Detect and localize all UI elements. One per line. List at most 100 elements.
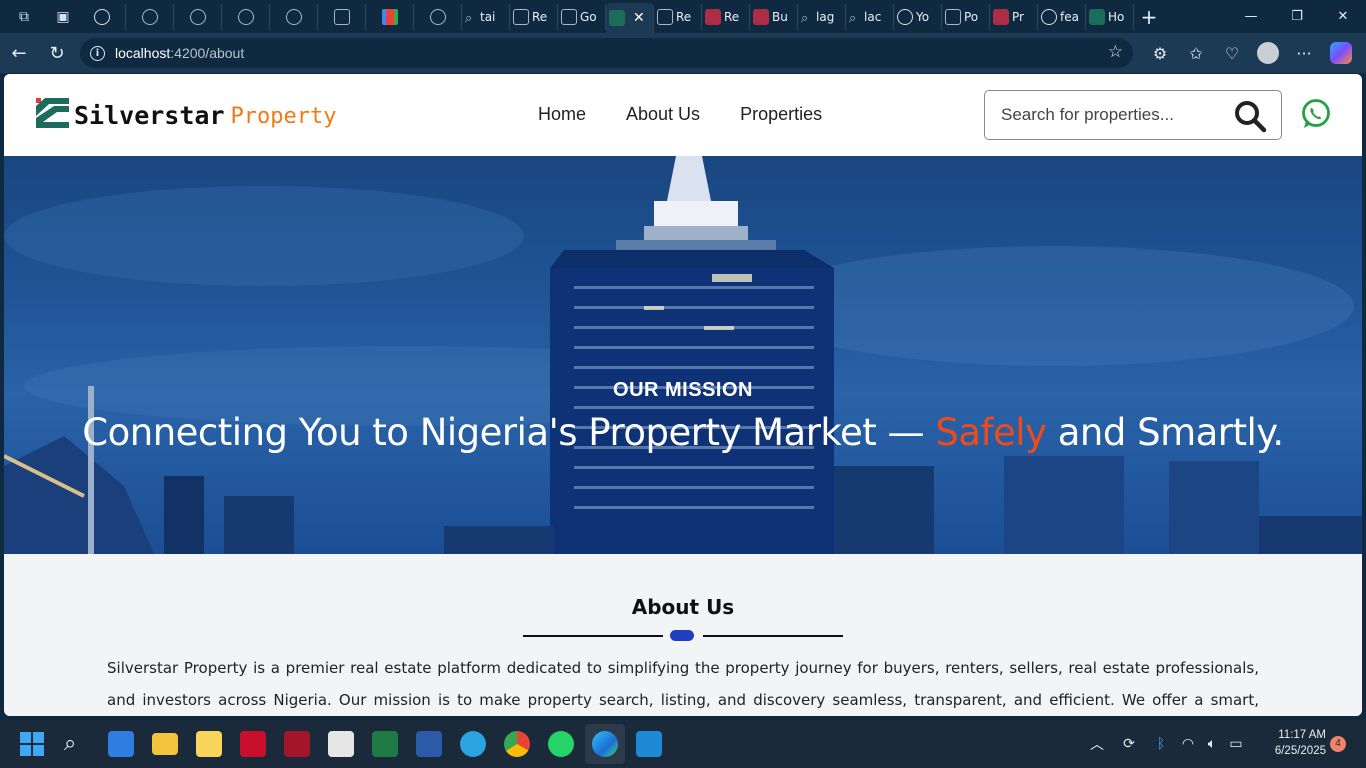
browser-tab[interactable] bbox=[270, 3, 318, 30]
acrobat-icon[interactable] bbox=[328, 731, 354, 757]
nav-about-us[interactable]: About Us bbox=[626, 104, 700, 125]
site-info-icon[interactable]: i bbox=[90, 45, 105, 61]
tab-label: Re bbox=[724, 9, 740, 24]
notes-icon[interactable] bbox=[196, 731, 222, 757]
browser-essentials-icon[interactable]: ♡ bbox=[1214, 44, 1250, 63]
favorite-star-icon[interactable]: ☆ bbox=[1108, 42, 1123, 62]
tab-list: tai Re Go ✕ Re Re Bu lag lac Yo Po Pr fea Ho bbox=[78, 0, 1134, 33]
start-button[interactable] bbox=[20, 732, 44, 756]
logo-subtitle: Property bbox=[230, 104, 337, 129]
browser-tab[interactable]: Re bbox=[702, 3, 750, 30]
new-tab-button[interactable]: + bbox=[1134, 5, 1164, 29]
tab-actions-icon[interactable]: ▣ bbox=[48, 0, 78, 33]
whatsapp-taskbar-icon[interactable] bbox=[548, 731, 574, 757]
show-hidden-icons[interactable]: ︿ bbox=[1090, 734, 1112, 754]
url-host: localhost bbox=[115, 45, 171, 61]
hero-title-start: Connecting You to Nigeria's Property Mar… bbox=[82, 411, 936, 454]
browser-tab[interactable]: Go bbox=[558, 3, 606, 30]
nav-properties[interactable]: Properties bbox=[740, 104, 822, 125]
browser-tab[interactable]: Yo bbox=[894, 3, 942, 30]
site-logo[interactable]: Silverstar Property bbox=[35, 96, 336, 130]
excel-icon[interactable] bbox=[372, 731, 398, 757]
refresh-button[interactable]: ↻ bbox=[38, 33, 76, 73]
browser-tab[interactable]: Bu bbox=[750, 3, 798, 30]
browser-tab[interactable]: Re bbox=[510, 3, 558, 30]
file-explorer-icon[interactable] bbox=[152, 733, 178, 755]
telegram-icon[interactable] bbox=[460, 731, 486, 757]
profile-avatar[interactable] bbox=[1257, 42, 1279, 64]
nav-home[interactable]: Home bbox=[538, 104, 586, 125]
favorites-icon[interactable]: ✩ bbox=[1178, 44, 1214, 63]
browser-tab-strip: ⧉ ▣ tai Re Go ✕ Re Re Bu lag lac Yo Po Pr fea Ho + — … bbox=[0, 0, 1366, 33]
word-icon[interactable] bbox=[416, 731, 442, 757]
browser-tab[interactable]: Re bbox=[654, 3, 702, 30]
search-input[interactable] bbox=[1001, 105, 1221, 125]
tab-label: Re bbox=[676, 9, 692, 24]
hero-title: Connecting You to Nigeria's Property Mar… bbox=[4, 411, 1362, 454]
hero-banner: OUR MISSION Connecting You to Nigeria's … bbox=[4, 156, 1362, 554]
bluetooth-icon[interactable]: ᛒ bbox=[1146, 736, 1176, 752]
browser-tab[interactable]: tai bbox=[462, 3, 510, 30]
browser-tab[interactable] bbox=[222, 3, 270, 30]
extensions-icon[interactable]: ⚙ bbox=[1142, 44, 1178, 63]
browser-tab[interactable]: ✕ bbox=[606, 3, 654, 33]
more-menu-icon[interactable]: ··· bbox=[1286, 44, 1322, 63]
browser-tab[interactable] bbox=[366, 3, 414, 30]
volume-icon[interactable]: 🔈︎ bbox=[1200, 736, 1224, 752]
browser-tab[interactable] bbox=[174, 3, 222, 30]
workspaces-icon[interactable]: ⧉ bbox=[0, 0, 48, 33]
github-icon bbox=[897, 8, 913, 25]
site-header: Silverstar Property Home About Us Proper… bbox=[4, 74, 1362, 156]
gmail-icon bbox=[381, 8, 398, 25]
tab-label: Re bbox=[532, 9, 548, 24]
chrome-icon[interactable] bbox=[504, 731, 530, 757]
browser-tab[interactable]: Ho bbox=[1086, 3, 1134, 30]
app-icon bbox=[945, 8, 961, 25]
search-icon bbox=[849, 11, 861, 23]
close-tab-icon[interactable]: ✕ bbox=[633, 10, 645, 26]
browser-tab[interactable]: lac bbox=[846, 3, 894, 30]
address-bar[interactable]: i localhost:4200/about ☆ bbox=[80, 38, 1133, 68]
search-taskbar-icon[interactable]: ⌕ bbox=[64, 731, 76, 756]
store-icon[interactable] bbox=[108, 731, 134, 757]
browser-tab[interactable]: fea bbox=[1038, 3, 1086, 30]
minimize-button[interactable]: — bbox=[1228, 0, 1274, 33]
about-heading: About Us bbox=[631, 595, 735, 619]
city-skyline-image bbox=[4, 156, 1362, 554]
divider-line-right bbox=[703, 635, 843, 637]
search-icon[interactable] bbox=[1233, 99, 1267, 133]
silverstar-icon bbox=[609, 10, 625, 26]
wifi-icon[interactable]: ◠ bbox=[1176, 736, 1200, 752]
browser-tab[interactable] bbox=[318, 3, 366, 30]
browser-tab[interactable]: Pr bbox=[990, 3, 1038, 30]
restore-button[interactable]: ❐ bbox=[1274, 0, 1320, 33]
browser-tab[interactable] bbox=[414, 3, 462, 30]
browser-tab[interactable]: lag bbox=[798, 3, 846, 30]
edge-icon[interactable] bbox=[592, 731, 618, 757]
house-icon bbox=[705, 8, 721, 25]
url-text: localhost:4200/about bbox=[115, 45, 244, 61]
section-divider bbox=[523, 630, 843, 642]
divider-pill bbox=[670, 630, 694, 641]
browser-tab[interactable] bbox=[78, 3, 126, 30]
globe-icon bbox=[237, 8, 254, 25]
vscode-icon[interactable] bbox=[636, 731, 662, 757]
copilot-icon[interactable] bbox=[1330, 42, 1352, 64]
autocad-icon[interactable] bbox=[240, 731, 266, 757]
revit-icon[interactable] bbox=[284, 731, 310, 757]
tab-label: lac bbox=[864, 9, 882, 24]
battery-icon[interactable]: ▭ bbox=[1224, 736, 1248, 752]
main-nav: Home About Us Properties bbox=[538, 104, 822, 125]
clock[interactable]: 11:17 AM 6/25/2025 bbox=[1262, 727, 1326, 759]
globe-icon bbox=[285, 8, 302, 25]
whatsapp-icon[interactable] bbox=[1300, 98, 1332, 130]
close-window-button[interactable]: ✕ bbox=[1320, 0, 1366, 33]
house-icon bbox=[753, 8, 769, 25]
browser-tab[interactable] bbox=[126, 3, 174, 30]
app-icon bbox=[657, 8, 673, 25]
sync-icon[interactable]: ⟳ bbox=[1112, 736, 1146, 752]
browser-tab[interactable]: Po bbox=[942, 3, 990, 30]
notification-badge[interactable]: 4 bbox=[1330, 736, 1346, 752]
back-button[interactable]: ← bbox=[0, 33, 38, 73]
tab-label: tai bbox=[480, 9, 496, 24]
